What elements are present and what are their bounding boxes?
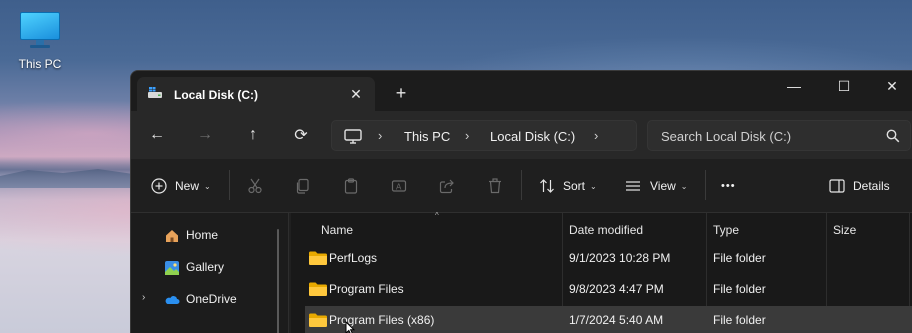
file-date: 1/7/2024 5:40 AM [569, 313, 664, 327]
drive-icon [148, 87, 162, 98]
maximize-button[interactable]: ☐ [821, 71, 867, 101]
breadcrumb[interactable]: › This PC › Local Disk (C:) › [331, 120, 637, 151]
sidebar-item-gallery[interactable]: Gallery [131, 253, 281, 281]
table-row[interactable]: Program Files (x86) 1/7/2024 5:40 AM Fil… [305, 306, 912, 333]
file-date: 9/8/2023 4:47 PM [569, 282, 664, 296]
sort-icon [540, 179, 554, 193]
onedrive-icon [165, 296, 180, 304]
sidebar-item-label: Home [186, 228, 219, 242]
column-header-date[interactable]: Date modified [569, 216, 643, 244]
sort-label: Sort [563, 179, 586, 193]
new-button[interactable]: New ⌄ [151, 174, 211, 198]
file-explorer-window: Local Disk (C:) ✕ + — ☐ ✕ ← → ↑ ⟳ › This… [130, 70, 912, 333]
copy-icon[interactable] [291, 174, 315, 198]
folder-icon [309, 313, 327, 327]
column-header-size[interactable]: Size [833, 216, 856, 244]
details-label: Details [853, 179, 890, 193]
title-bar: Local Disk (C:) ✕ + — ☐ ✕ [131, 71, 912, 111]
back-button[interactable]: ← [143, 122, 171, 148]
breadcrumb-this-pc[interactable]: This PC [404, 129, 450, 144]
column-header-type[interactable]: Type [713, 216, 739, 244]
file-name: Program Files [329, 282, 404, 296]
file-date: 9/1/2023 10:28 PM [569, 251, 671, 265]
mouse-cursor-icon [345, 321, 355, 333]
plus-circle-icon [151, 178, 167, 194]
file-type: File folder [713, 313, 766, 327]
up-button[interactable]: ↑ [239, 122, 267, 148]
navigation-pane: Home Gallery › OneDrive [131, 213, 289, 333]
sort-button[interactable]: Sort ⌄ [539, 174, 597, 198]
folder-icon [309, 251, 327, 265]
view-label: View [650, 179, 676, 193]
file-type: File folder [713, 251, 766, 265]
rename-icon[interactable]: A [387, 174, 411, 198]
paste-icon[interactable] [339, 174, 363, 198]
monitor-icon [344, 129, 362, 144]
details-button[interactable]: Details [829, 174, 890, 198]
share-icon[interactable] [435, 174, 459, 198]
breadcrumb-separator[interactable]: › [465, 128, 469, 143]
more-options-button[interactable]: ••• [721, 174, 736, 198]
sidebar-item-onedrive[interactable]: › OneDrive [131, 285, 281, 313]
search-input[interactable]: Search Local Disk (C:) [647, 120, 911, 151]
divider [705, 170, 706, 200]
divider [229, 170, 230, 200]
command-bar: New ⌄ A Sort ⌄ View ⌄ ••• Details [131, 159, 912, 213]
new-label: New [175, 179, 200, 193]
file-name: PerfLogs [329, 251, 378, 265]
table-row[interactable]: PerfLogs 9/1/2023 10:28 PM File folder [305, 244, 912, 272]
tab-title: Local Disk (C:) [174, 88, 259, 102]
divider [521, 170, 522, 200]
file-type: File folder [713, 282, 766, 296]
gallery-icon [165, 261, 179, 275]
tab-close-icon[interactable]: ✕ [345, 83, 367, 105]
home-icon [166, 230, 178, 242]
svg-text:A: A [396, 183, 402, 192]
new-tab-button[interactable]: + [389, 81, 413, 105]
sidebar-item-label: Gallery [186, 260, 225, 274]
delete-icon[interactable] [483, 174, 507, 198]
search-icon [886, 129, 900, 143]
minimize-button[interactable]: — [771, 71, 817, 101]
chevron-down-icon: ⌄ [590, 181, 597, 191]
view-icon [626, 181, 640, 191]
chevron-right-icon[interactable]: › [142, 292, 145, 303]
file-list: ^ Name Date modified Type Size PerfLogs … [291, 211, 912, 333]
folder-icon [309, 282, 327, 296]
breadcrumb-local-disk[interactable]: Local Disk (C:) [490, 129, 575, 144]
sidebar-item-label: OneDrive [186, 292, 237, 306]
cut-icon[interactable] [243, 174, 267, 198]
forward-button[interactable]: → [191, 122, 219, 148]
view-button[interactable]: View ⌄ [625, 174, 688, 198]
chevron-down-icon: ⌄ [204, 181, 211, 191]
breadcrumb-separator[interactable]: › [594, 128, 598, 143]
sidebar-scrollbar[interactable] [277, 229, 279, 333]
column-header-name[interactable]: Name [321, 216, 353, 244]
refresh-button[interactable]: ⟳ [287, 122, 315, 148]
breadcrumb-separator[interactable]: › [378, 128, 382, 143]
sort-ascending-icon: ^ [435, 211, 439, 220]
tab-local-disk[interactable]: Local Disk (C:) ✕ [137, 77, 375, 111]
close-window-button[interactable]: ✕ [869, 71, 912, 101]
details-pane-icon [829, 179, 845, 193]
desktop-icon-label: This PC [18, 57, 62, 71]
desktop-icon-this-pc[interactable]: This PC [12, 10, 68, 71]
address-bar: ← → ↑ ⟳ › This PC › Local Disk (C:) › Se… [131, 111, 912, 159]
table-row[interactable]: Program Files 9/8/2023 4:47 PM File fold… [305, 275, 912, 303]
search-placeholder: Search Local Disk (C:) [661, 129, 792, 144]
chevron-down-icon: ⌄ [680, 181, 688, 191]
monitor-icon [18, 10, 62, 50]
sidebar-item-home[interactable]: Home [131, 221, 281, 249]
